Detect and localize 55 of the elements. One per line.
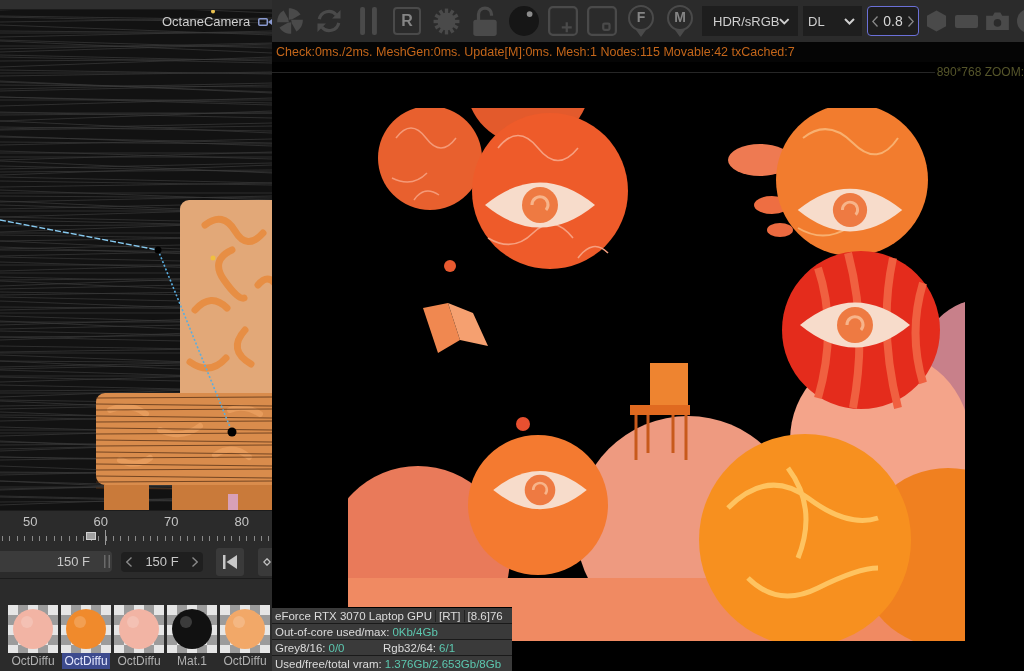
frame-spinner[interactable]: 150 F: [121, 551, 203, 572]
chevron-right-icon[interactable]: [192, 556, 198, 567]
plus-square-icon[interactable]: [548, 6, 578, 36]
grip-icon[interactable]: [104, 555, 110, 568]
frame-number: 70: [163, 515, 180, 529]
resolution-label: 890*768 ZOOM:: [935, 65, 1024, 79]
chevron-down-icon: [844, 17, 855, 25]
chevron-right-icon[interactable]: [908, 15, 914, 27]
frame-number: 60: [92, 515, 109, 529]
stat-value: 0Kb/4Gb: [392, 625, 438, 638]
pin-letter-button[interactable]: F: [628, 5, 654, 37]
stat-label: Rgb32/64:: [383, 641, 437, 654]
mode-dropdown[interactable]: DL: [803, 6, 862, 36]
pinwheel-icon[interactable]: [276, 7, 304, 35]
stat-value: 6/1: [439, 641, 456, 654]
chevron-down-icon: [779, 17, 790, 25]
padlock-icon[interactable]: [472, 6, 498, 36]
render-stats-text: Check:0ms./2ms. MeshGen:0ms. Update[M]:0ms. Mesh:1 Nodes:115 Movable:42 txCached:7: [272, 42, 1024, 62]
chevron-left-icon[interactable]: [872, 15, 878, 27]
stat-label: [RT]: [439, 609, 461, 622]
camera-name-label: OctaneCamera: [162, 14, 251, 29]
stat-label: Used/free/total vram:: [275, 657, 382, 670]
material-name[interactable]: Mat.1: [175, 653, 209, 669]
stat-label: [8.6]76: [467, 609, 503, 622]
playhead-handle[interactable]: [86, 532, 97, 540]
material-name[interactable]: OctDiffu: [9, 653, 57, 669]
ball-icon[interactable]: [509, 6, 539, 36]
material-name[interactable]: OctDiffu: [62, 653, 110, 669]
pin-letter-button[interactable]: M: [667, 5, 693, 37]
mode-dropdown[interactable]: HDR/sRGB: [702, 6, 798, 36]
stat-label: Out-of-core used/max:: [275, 625, 390, 638]
letter-button[interactable]: R: [393, 7, 421, 35]
stat-label: Grey8/16:: [275, 641, 326, 654]
stat-value: 1.376Gb/2.653Gb/8Gb: [384, 657, 502, 670]
rectangle-icon[interactable]: [955, 14, 978, 28]
frame-number: 50: [22, 515, 39, 529]
diamond-icon: [263, 557, 271, 566]
material-name[interactable]: OctDiffu: [115, 653, 163, 669]
camera-icon[interactable]: [986, 12, 1009, 30]
value-spinner[interactable]: 0.8: [867, 6, 919, 36]
material-name[interactable]: OctDiffu: [221, 653, 269, 669]
chevron-left-icon[interactable]: [126, 556, 132, 567]
frame-number: 80: [233, 515, 250, 529]
settings-icon[interactable]: [432, 7, 460, 35]
video-camera-icon: [258, 16, 272, 27]
stat-label: eForce RTX 3070 Laptop GPU: [275, 609, 433, 622]
keyframe-button[interactable]: [258, 547, 272, 576]
time-indicator-line: [105, 530, 106, 545]
refresh-icon[interactable]: [314, 7, 344, 35]
hexagon-icon[interactable]: [926, 9, 947, 33]
frame-range-field[interactable]: 150 F: [0, 551, 112, 572]
pause-icon[interactable]: [359, 7, 377, 35]
stat-value: 0/0: [328, 641, 345, 654]
skip-to-start-icon: [223, 554, 237, 569]
skip-to-start-button[interactable]: [216, 547, 244, 576]
